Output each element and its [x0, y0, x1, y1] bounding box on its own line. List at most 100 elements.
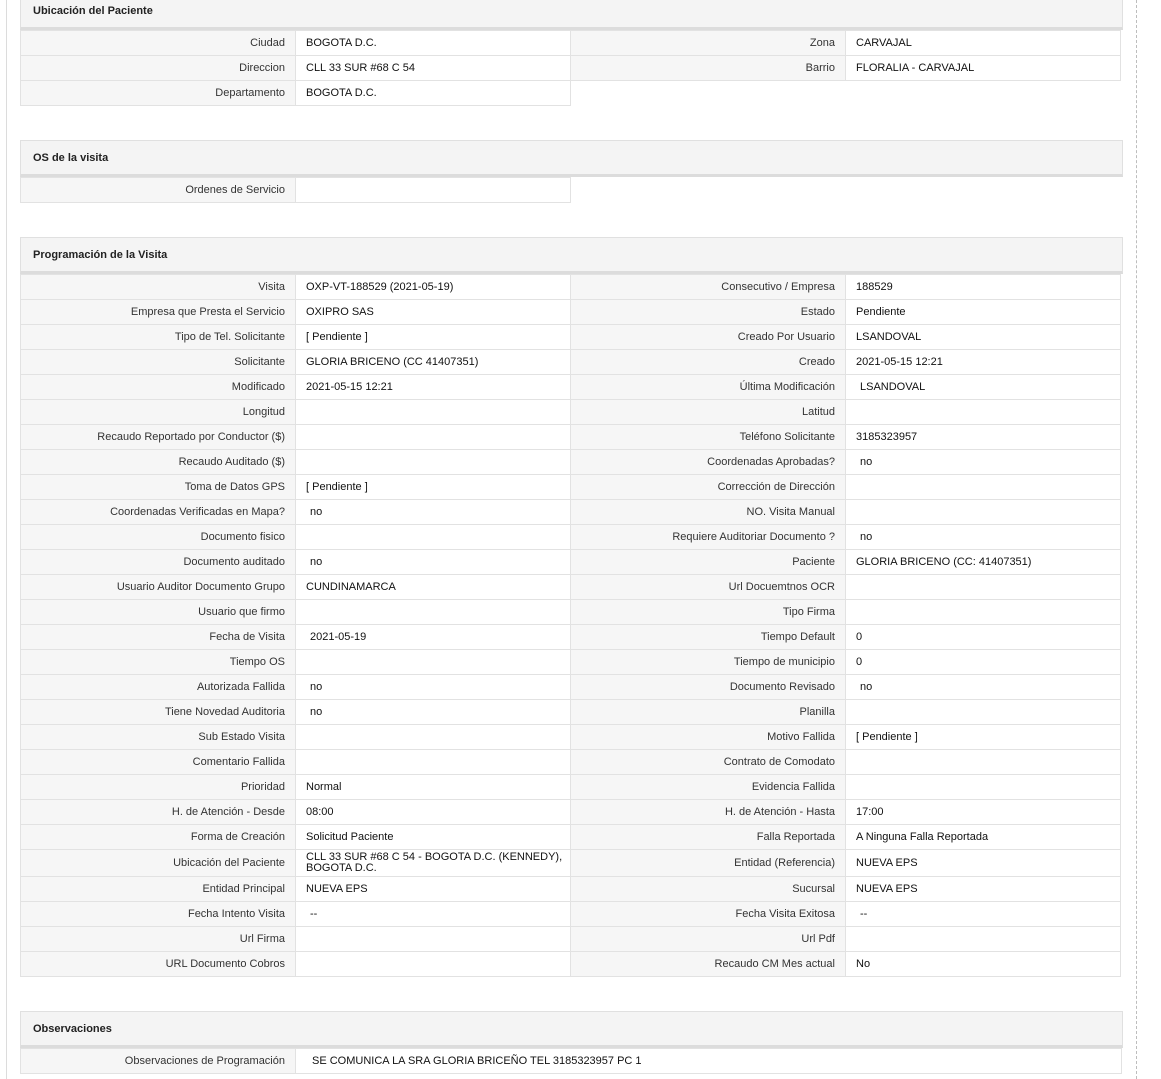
field-label-requiere-auditoriar-documento: Requiere Auditoriar Documento ? [570, 524, 846, 550]
field-label-observaciones-programacion: Observaciones de Programación [20, 1048, 296, 1074]
field-value-tiempo-os [295, 649, 571, 675]
field-value-url-firma [295, 926, 571, 952]
field-value-recaudo-cm-mes-actual: No [845, 951, 1121, 977]
field-label-comentario-fallida: Comentario Fallida [20, 749, 296, 775]
table-row: Direccion CLL 33 SUR #68 C 54 Barrio FLO… [20, 55, 1123, 81]
table-row: Ciudad BOGOTA D.C. Zona CARVAJAL [20, 30, 1123, 56]
section-programacion: Programación de la Visita Visita OXP-VT-1… [20, 237, 1123, 977]
section-os-visita: OS de la visita Ordenes de Servicio [20, 140, 1123, 203]
section-title-ubicacion: Ubicación del Paciente [20, 0, 1123, 30]
field-value-estado: Pendiente [845, 299, 1121, 325]
field-label-sub-estado-visita: Sub Estado Visita [20, 724, 296, 750]
field-value-usuario-auditor-documento-grupo: CUNDINAMARCA [295, 574, 571, 600]
field-label-documento-revisado: Documento Revisado [570, 674, 846, 700]
field-label-telefono-solicitante: Teléfono Solicitante [570, 424, 846, 450]
field-label-creado: Creado [570, 349, 846, 375]
field-label-recaudo-reportado-por-conductor: Recaudo Reportado por Conductor ($) [20, 424, 296, 450]
programacion-table: Visita OXP-VT-188529 (2021-05-19) Consecut… [20, 274, 1123, 977]
field-label-fecha-intento-visita: Fecha Intento Visita [20, 901, 296, 927]
field-label-latitud: Latitud [570, 399, 846, 425]
table-row: Toma de Datos GPS[ Pendiente ] Corrección… [20, 474, 1123, 500]
table-row: Tiempo OS Tiempo de municipio 0 [20, 649, 1123, 675]
field-label-coordenadas-verificadas-en-mapa: Coordenadas Verificadas en Mapa? [20, 499, 296, 525]
field-label-h-de-atencion-desde: H. de Atención - Desde [20, 799, 296, 825]
table-row: Forma de Creación Solicitud Paciente Falla… [20, 824, 1123, 850]
field-label-tipo-firma: Tipo Firma [570, 599, 846, 625]
field-label-tiempo-de-municipio: Tiempo de municipio [570, 649, 846, 675]
field-label-usuario-que-firmo: Usuario que firmo [20, 599, 296, 625]
field-value-empresa-que-presta-el-servicio: OXIPRO SAS [295, 299, 571, 325]
field-label-no-visita-manual: NO. Visita Manual [570, 499, 846, 525]
field-value-creado: 2021-05-15 12:21 [845, 349, 1121, 375]
field-label-direccion: Direccion [20, 55, 296, 81]
field-label-motivo-fallida: Motivo Fallida [570, 724, 846, 750]
field-label-autorizada-fallida: Autorizada Fallida [20, 674, 296, 700]
left-frame-border [6, 0, 7, 1079]
field-value-coordenadas-aprobadas: no [845, 449, 1121, 475]
section-title-os-visita: OS de la visita [20, 140, 1123, 177]
field-value-direccion: CLL 33 SUR #68 C 54 [295, 55, 571, 81]
table-row: Autorizada Fallida no Documento Revisado no [20, 674, 1123, 700]
field-value-documento-auditado: no [295, 549, 571, 575]
field-value-requiere-auditoriar-documento: no [845, 524, 1121, 550]
field-value-recaudo-auditado [295, 449, 571, 475]
field-label-url-firma: Url Firma [20, 926, 296, 952]
field-value-consecutivo-empresa: 188529 [845, 274, 1121, 300]
field-value-ultima-modificacion: LSANDOVAL [845, 374, 1121, 400]
field-label-falla-reportada: Falla Reportada [570, 824, 846, 850]
field-value-h-de-atencion-hasta: 17:00 [845, 799, 1121, 825]
field-value-entidad-referencia: NUEVA EPS [845, 849, 1121, 877]
field-label-fecha-de-visita: Fecha de Visita [20, 624, 296, 650]
field-label-url-docuemtnos-ocr: Url Docuemtnos OCR [570, 574, 846, 600]
field-label-solicitante: Solicitante [20, 349, 296, 375]
field-value-tipo-de-tel-solicitante: [ Pendiente ] [295, 324, 571, 350]
table-row: Ubicación del Paciente CLL 33 SUR #68 C 5… [20, 849, 1123, 877]
field-label-prioridad: Prioridad [20, 774, 296, 800]
field-value-sub-estado-visita [295, 724, 571, 750]
field-value-contrato-de-comodato [845, 749, 1121, 775]
field-value-tipo-firma [845, 599, 1121, 625]
field-label-modificado: Modificado [20, 374, 296, 400]
field-label-ordenes-servicio: Ordenes de Servicio [20, 177, 296, 203]
table-row: Fecha Intento Visita -- Fecha Visita Exito… [20, 901, 1123, 927]
section-observaciones: Observaciones Observaciones de Programac… [20, 1011, 1123, 1074]
table-row: Entidad Principal NUEVA EPS Sucursal NUEVA … [20, 876, 1123, 902]
field-label-fecha-visita-exitosa: Fecha Visita Exitosa [570, 901, 846, 927]
field-value-url-documento-cobros [295, 951, 571, 977]
field-label-empresa-que-presta-el-servicio: Empresa que Presta el Servicio [20, 299, 296, 325]
field-value-url-docuemtnos-ocr [845, 574, 1121, 600]
field-value-url-pdf [845, 926, 1121, 952]
table-row: Recaudo Reportado por Conductor ($) Teléf… [20, 424, 1123, 450]
table-row: Tiene Novedad Auditoria no Planilla [20, 699, 1123, 725]
field-value-visita: OXP-VT-188529 (2021-05-19) [295, 274, 571, 300]
field-label-ciudad: Ciudad [20, 30, 296, 56]
table-row: H. de Atención - Desde 08:00 H. de Atenció… [20, 799, 1123, 825]
field-value-documento-revisado: no [845, 674, 1121, 700]
field-label-contrato-de-comodato: Contrato de Comodato [570, 749, 846, 775]
field-value-prioridad: Normal [295, 774, 571, 800]
field-value-tiempo-default: 0 [845, 624, 1121, 650]
field-label-ultima-modificacion: Última Modificación [570, 374, 846, 400]
field-label-forma-de-creacion: Forma de Creación [20, 824, 296, 850]
field-value-telefono-solicitante: 3185323957 [845, 424, 1121, 450]
table-row: Usuario Auditor Documento Grupo CUNDINAMA… [20, 574, 1123, 600]
field-label-tiempo-default: Tiempo Default [570, 624, 846, 650]
field-label-recaudo-auditado: Recaudo Auditado ($) [20, 449, 296, 475]
field-label-recaudo-cm-mes-actual: Recaudo CM Mes actual [570, 951, 846, 977]
table-row: Tipo de Tel. Solicitante[ Pendiente ] Cre… [20, 324, 1123, 350]
field-label-ubicacion-del-paciente: Ubicación del Paciente [20, 849, 296, 877]
table-row: Documento fisico Requiere Auditoriar Docu… [20, 524, 1123, 550]
field-value-tiempo-de-municipio: 0 [845, 649, 1121, 675]
field-value-motivo-fallida: [ Pendiente ] [845, 724, 1121, 750]
field-value-autorizada-fallida: no [295, 674, 571, 700]
field-label-tiempo-os: Tiempo OS [20, 649, 296, 675]
field-label-evidencia-fallida: Evidencia Fallida [570, 774, 846, 800]
section-title-programacion: Programación de la Visita [20, 237, 1123, 274]
table-row: Longitud Latitud [20, 399, 1123, 425]
table-row: Usuario que firmo Tipo Firma [20, 599, 1123, 625]
field-label-barrio: Barrio [570, 55, 846, 81]
field-label-url-pdf: Url Pdf [570, 926, 846, 952]
field-label-consecutivo-empresa: Consecutivo / Empresa [570, 274, 846, 300]
field-value-no-visita-manual [845, 499, 1121, 525]
field-value-documento-fisico [295, 524, 571, 550]
